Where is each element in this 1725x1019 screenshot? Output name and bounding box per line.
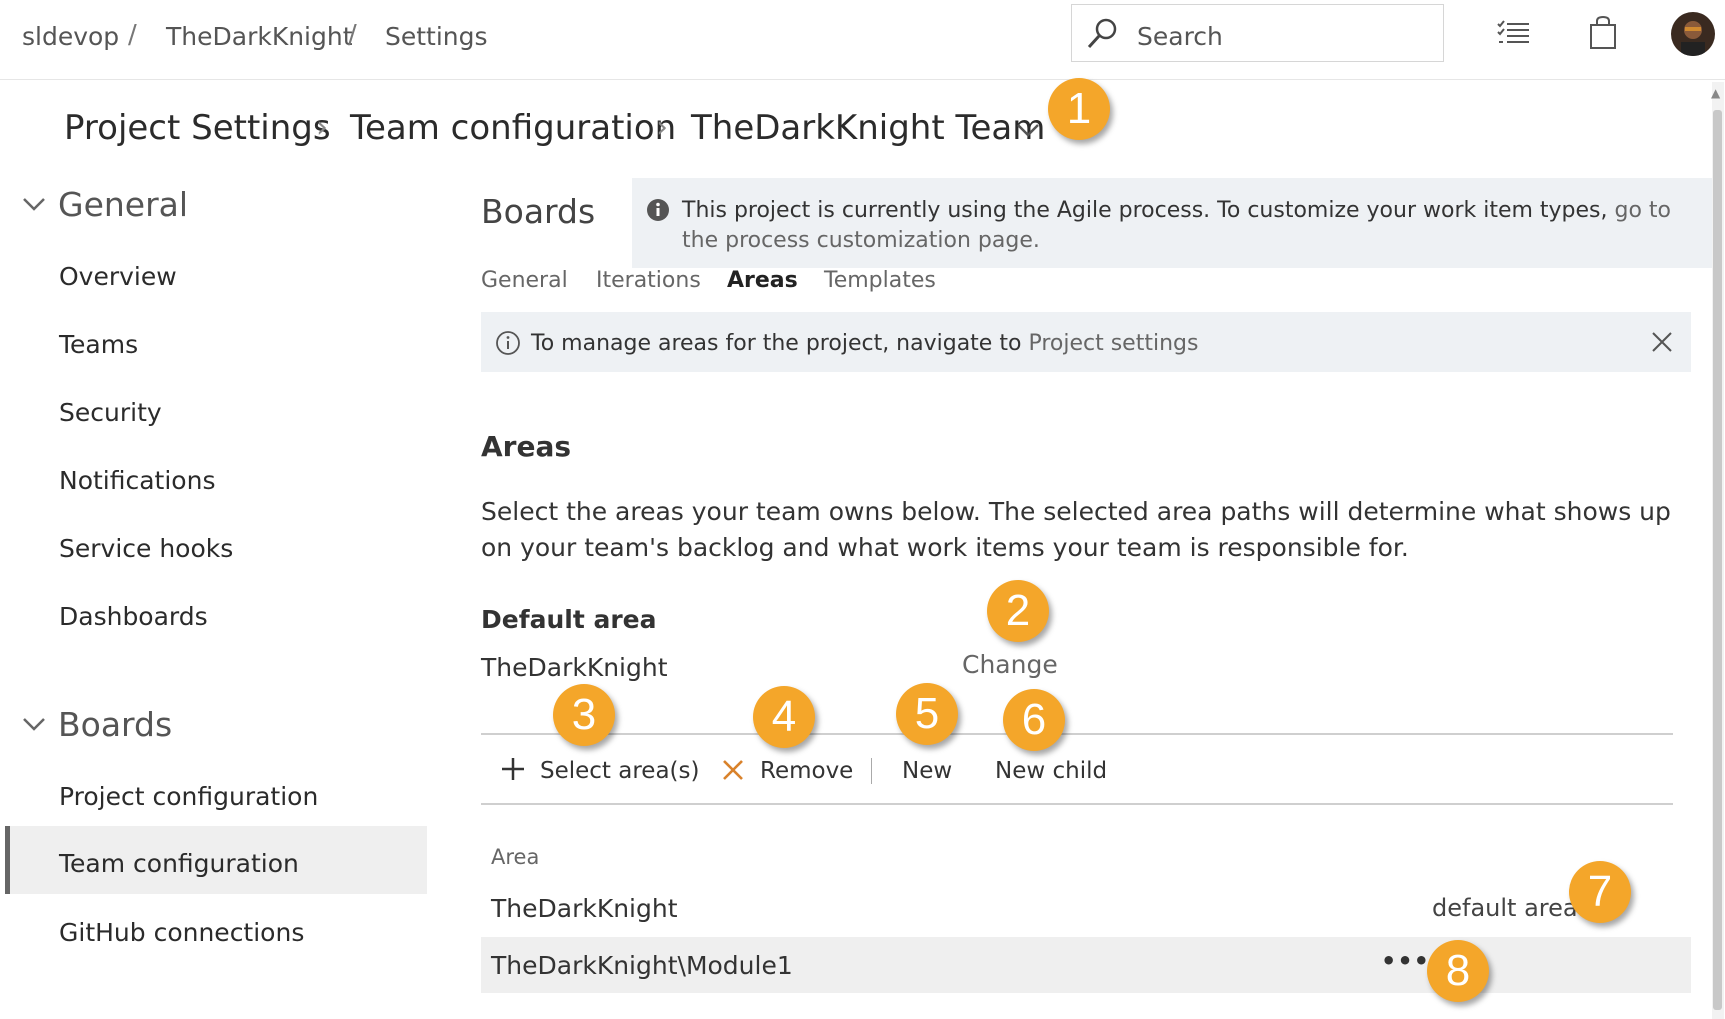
breadcrumb-separator: / <box>348 20 357 50</box>
callout-badge: 2 <box>987 580 1049 642</box>
areas-heading: Areas <box>481 430 572 463</box>
toolbar-bottom-divider <box>481 803 1673 805</box>
sidebar-group-general[interactable]: General <box>58 185 188 224</box>
task-list-icon[interactable] <box>1497 20 1531 52</box>
scrollbar-thumb[interactable] <box>1713 110 1722 1010</box>
top-divider <box>0 79 1725 80</box>
process-banner-message: This project is currently using the Agil… <box>682 198 1608 223</box>
callout-badge: 4 <box>753 686 815 748</box>
top-bar: sldevop / TheDarkKnight / Settings Searc… <box>0 0 1725 78</box>
tab-templates[interactable]: Templates <box>824 268 936 293</box>
default-area-value: TheDarkKnight <box>481 653 668 682</box>
callout-badge: 8 <box>1427 940 1489 1002</box>
new-child-button[interactable]: New child <box>995 758 1107 784</box>
page-title: Boards <box>481 192 596 231</box>
new-button[interactable]: New <box>902 758 952 784</box>
team-selector[interactable]: TheDarkKnight Team <box>691 108 1045 148</box>
chevron-down-icon[interactable] <box>22 196 46 216</box>
tab-areas[interactable]: Areas <box>727 268 798 293</box>
tab-general[interactable]: General <box>481 268 568 293</box>
areas-description: Select the areas your team owns below. T… <box>481 497 1671 562</box>
process-banner-text: This project is currently using the Agil… <box>682 196 1702 256</box>
sidebar-item-service-hooks[interactable]: Service hooks <box>59 534 233 563</box>
info-banner-message: To manage areas for the project, navigat… <box>531 331 1022 356</box>
sidebar-selected-indicator <box>5 826 10 894</box>
close-icon[interactable] <box>1651 331 1673 357</box>
sidebar-item-overview[interactable]: Overview <box>59 262 177 291</box>
scroll-up-icon[interactable]: ▲ <box>1711 86 1720 100</box>
select-areas-button[interactable]: Select area(s) <box>540 758 699 784</box>
sidebar-item-github-connections[interactable]: GitHub connections <box>59 918 304 947</box>
breadcrumb-separator: / <box>128 20 137 50</box>
toolbar-separator <box>871 758 872 784</box>
sidebar-item-notifications[interactable]: Notifications <box>59 466 215 495</box>
callout-badge: 5 <box>896 683 958 745</box>
sidebar-group-boards[interactable]: Boards <box>58 705 172 744</box>
search-box[interactable] <box>1071 4 1444 62</box>
breadcrumb-settings[interactable]: Settings <box>385 22 488 51</box>
project-settings-link[interactable]: Project settings <box>1028 331 1198 356</box>
toolbar-top-divider <box>481 733 1673 735</box>
chevron-down-icon[interactable] <box>22 716 46 736</box>
sidebar-item-team-configuration[interactable]: Team configuration <box>59 849 299 878</box>
header-crumb-team-configuration[interactable]: Team configuration <box>350 108 676 148</box>
remove-icon[interactable] <box>721 758 745 786</box>
more-actions-icon[interactable]: ••• <box>1381 947 1430 975</box>
sidebar-item-dashboards[interactable]: Dashboards <box>59 602 208 631</box>
chevron-down-icon[interactable] <box>1016 122 1040 142</box>
header-crumb-separator: › <box>656 110 668 145</box>
add-icon[interactable] <box>500 756 526 786</box>
shopping-bag-icon[interactable] <box>1589 15 1617 54</box>
sidebar-item-teams[interactable]: Teams <box>59 330 138 359</box>
area-column-header: Area <box>491 845 540 869</box>
avatar[interactable] <box>1671 12 1715 56</box>
callout-badge: 7 <box>1569 861 1631 923</box>
table-row[interactable]: TheDarkKnight <box>491 894 678 923</box>
table-row[interactable]: TheDarkKnight\Module1 <box>491 951 793 980</box>
info-filled-icon <box>646 198 670 226</box>
breadcrumb-org[interactable]: sldevop <box>22 22 119 51</box>
callout-badge: 3 <box>553 684 615 746</box>
default-area-tag: default area <box>1432 894 1578 922</box>
header-crumb-project-settings[interactable]: Project Settings <box>64 108 331 148</box>
search-icon <box>1085 16 1121 56</box>
default-area-heading: Default area <box>481 605 657 634</box>
change-default-area-link[interactable]: Change <box>962 650 1058 679</box>
remove-button[interactable]: Remove <box>760 758 853 784</box>
tab-iterations[interactable]: Iterations <box>596 268 701 293</box>
callout-badge: 6 <box>1003 689 1065 751</box>
info-banner-text: To manage areas for the project, navigat… <box>531 331 1198 356</box>
breadcrumb-project[interactable]: TheDarkKnight <box>166 22 353 51</box>
sidebar-item-project-configuration[interactable]: Project configuration <box>59 782 318 811</box>
sidebar-item-security[interactable]: Security <box>59 398 162 427</box>
search-input[interactable]: Search <box>1137 22 1223 51</box>
callout-badge: 1 <box>1048 78 1110 140</box>
info-icon <box>495 330 521 360</box>
header-crumb-separator: › <box>316 110 328 145</box>
